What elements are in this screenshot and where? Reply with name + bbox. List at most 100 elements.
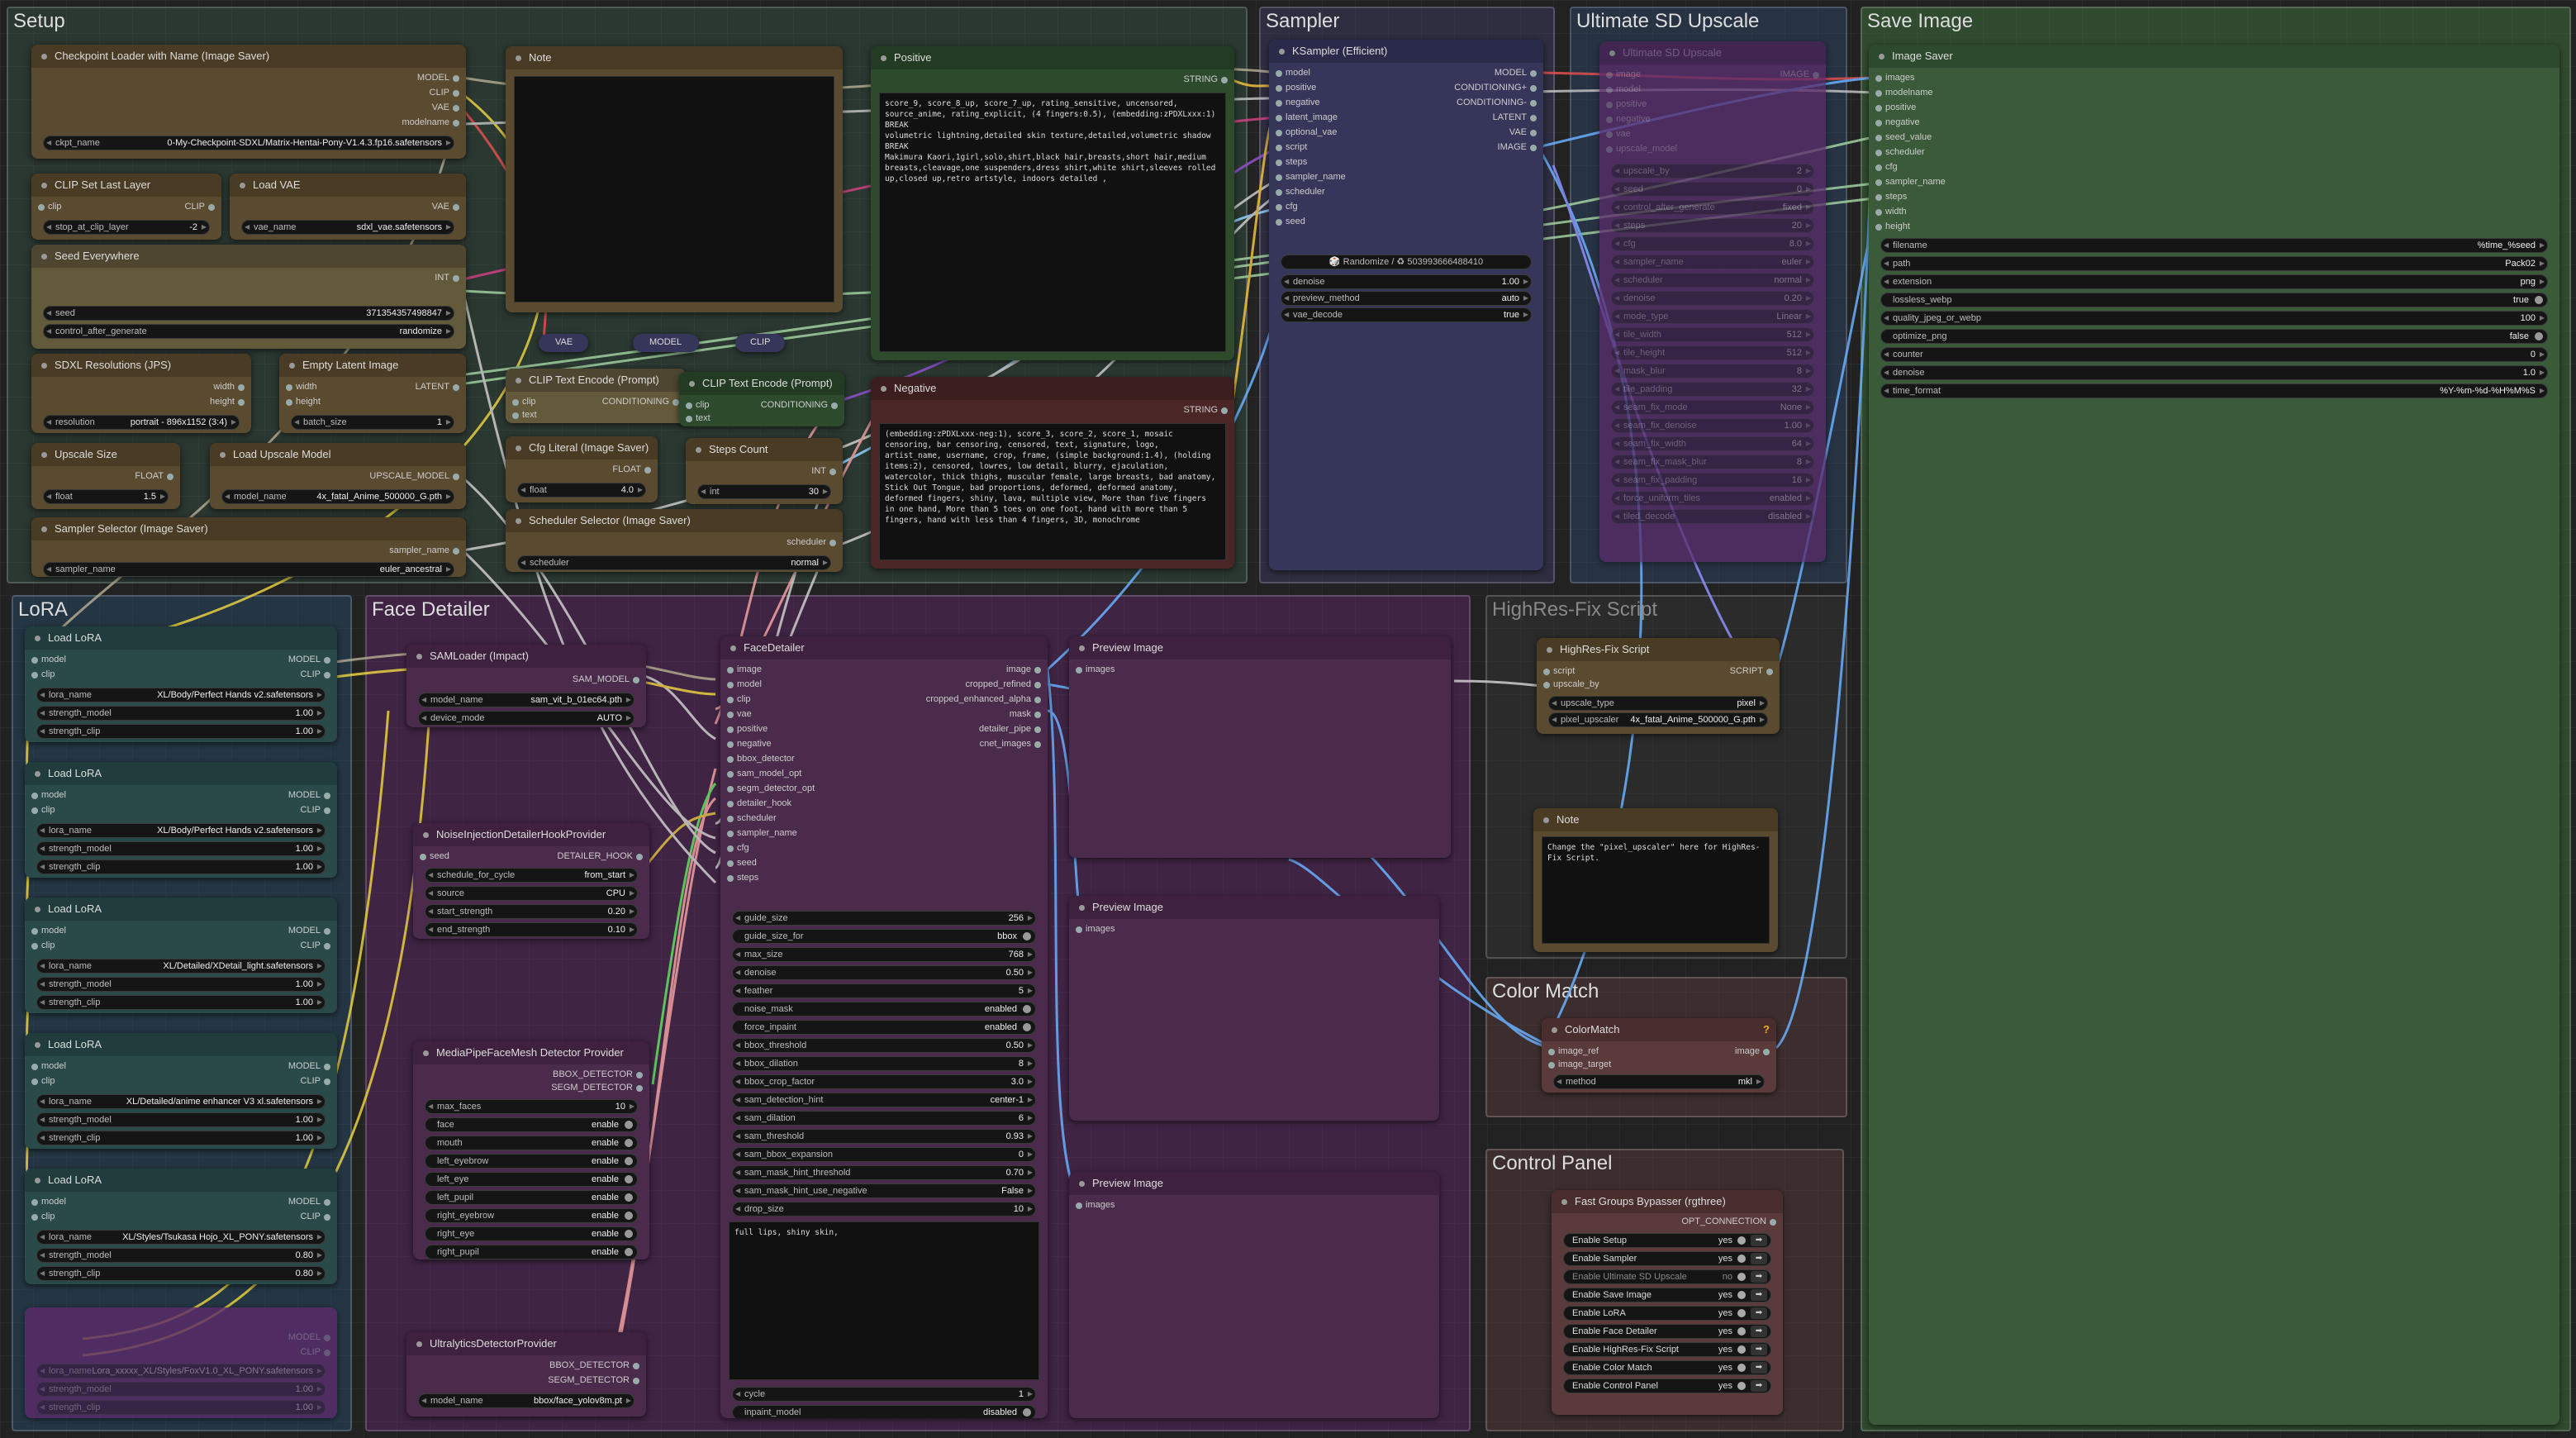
- seam-fix-padding-widget[interactable]: seam_fix_padding 16: [1611, 473, 1814, 488]
- navigate-arrow-icon[interactable]: ➡: [1751, 1271, 1767, 1283]
- cfg-widget[interactable]: cfg 8.0: [1611, 236, 1814, 251]
- filename-widget[interactable]: filename %time_%seed: [1880, 238, 2548, 253]
- input-text[interactable]: text: [686, 413, 711, 423]
- node-fast-groups-bypasser[interactable]: Fast Groups Bypasser (rgthree) OPT_CONNE…: [1552, 1190, 1783, 1415]
- input-sam-model-opt[interactable]: sam_model_opt: [726, 769, 801, 779]
- output-model[interactable]: MODEL: [288, 790, 331, 800]
- guide-size-for-widget[interactable]: guide_size_for bbox: [732, 929, 1036, 944]
- input-model[interactable]: model: [1276, 68, 1310, 78]
- seam-fix-width-widget[interactable]: seam_fix_width 64: [1611, 436, 1814, 451]
- node-preview-image-1[interactable]: Preview Image images: [1069, 636, 1451, 858]
- node-face-detailer[interactable]: FaceDetailer full lips, shiny skin, imag…: [720, 636, 1048, 1418]
- lora-name-widget[interactable]: lora_name XL/Body/Perfect Hands v2.safete…: [36, 823, 326, 838]
- bypass-row-enable-control-panel[interactable]: Enable Control Panel yes ➡: [1563, 1378, 1771, 1393]
- output-clip[interactable]: CLIP: [301, 805, 331, 815]
- navigate-arrow-icon[interactable]: ➡: [1751, 1326, 1767, 1337]
- node-canvas[interactable]: Setup Sampler Ultimate SD Upscale Save I…: [0, 0, 2576, 1438]
- output-conditioning[interactable]: CONDITIONING: [602, 397, 680, 407]
- mask-blur-widget[interactable]: mask_blur 8: [1611, 364, 1814, 379]
- output-mask[interactable]: mask: [1010, 709, 1042, 719]
- sam-threshold-widget[interactable]: sam_threshold 0.93: [732, 1129, 1036, 1144]
- vae-decode-widget[interactable]: vae_decode true: [1281, 307, 1532, 322]
- input-scheduler[interactable]: scheduler: [1875, 147, 1925, 157]
- seam-fix-denoise-widget[interactable]: seam_fix_denoise 1.00: [1611, 418, 1814, 433]
- seam-fix-mask-blur-widget[interactable]: seam_fix_mask_blur 8: [1611, 455, 1814, 469]
- upscale-by-widget[interactable]: upscale_by 2: [1611, 164, 1814, 179]
- max-size-widget[interactable]: max_size 768: [732, 947, 1036, 962]
- input-images[interactable]: images: [1075, 664, 1115, 674]
- control-after-generate-widget[interactable]: control_after_generate randomize: [43, 324, 454, 339]
- output-height[interactable]: height: [210, 397, 245, 407]
- navigate-arrow-icon[interactable]: ➡: [1751, 1344, 1767, 1355]
- bypass-row-enable-lora[interactable]: Enable LoRA yes ➡: [1563, 1306, 1771, 1321]
- input-scheduler[interactable]: scheduler: [1276, 187, 1325, 197]
- input-width[interactable]: width: [1875, 207, 1907, 217]
- guide-size-widget[interactable]: guide_size 256: [732, 911, 1036, 926]
- bypass-row-enable-face-detailer[interactable]: Enable Face Detailer yes ➡: [1563, 1324, 1771, 1339]
- reroute-model[interactable]: MODEL: [633, 334, 699, 352]
- node-load-upscale-model[interactable]: Load Upscale Model UPSCALE_MODEL model_n…: [210, 443, 466, 509]
- navigate-arrow-icon[interactable]: ➡: [1751, 1362, 1767, 1374]
- negative-prompt-text[interactable]: (embedding:zPDXLxxx-neg:1), score_3, sco…: [879, 423, 1226, 560]
- input-positive[interactable]: positive: [1605, 99, 1647, 109]
- node-empty-latent-image[interactable]: Empty Latent Image width height LATENT b…: [279, 354, 466, 433]
- input-clip[interactable]: clip: [31, 940, 55, 950]
- sam-mask-hint-use-negative-widget[interactable]: sam_mask_hint_use_negative False: [732, 1183, 1036, 1198]
- node-load-lora-4[interactable]: Load LoRA model clip MODEL CLIP lora_name XL/D…: [25, 1033, 337, 1149]
- note-text-area[interactable]: Change the "pixel_upscaler" here for Hig…: [1542, 836, 1770, 944]
- input-images[interactable]: images: [1075, 924, 1115, 934]
- output-vae[interactable]: VAE: [432, 202, 460, 212]
- output-clip[interactable]: CLIP: [301, 940, 331, 950]
- output-model[interactable]: MODEL: [417, 73, 460, 83]
- left-eye-widget[interactable]: left_eye enable: [425, 1172, 638, 1187]
- output-cropped-refined[interactable]: cropped_refined: [965, 679, 1041, 689]
- node-clip-text-encode-positive[interactable]: CLIP Text Encode (Prompt) clip text COND…: [506, 369, 686, 423]
- resolution-widget[interactable]: resolution portrait - 896x1152 (3:4): [43, 415, 240, 430]
- input-clip[interactable]: clip: [31, 1212, 55, 1221]
- output-bbox-detector[interactable]: BBOX_DETECTOR: [553, 1069, 643, 1079]
- node-sampler-selector[interactable]: Sampler Selector (Image Saver) sampler_n…: [31, 517, 466, 577]
- node-scheduler-selector[interactable]: Scheduler Selector (Image Saver) schedul…: [506, 509, 843, 572]
- strength-model-widget[interactable]: strength_model 1.00: [36, 1382, 326, 1397]
- node-sdxl-resolutions[interactable]: SDXL Resolutions (JPS) width height reso…: [31, 354, 251, 433]
- input-latent-image[interactable]: latent_image: [1276, 112, 1338, 122]
- steps-int-widget[interactable]: int 30: [697, 484, 831, 499]
- node-ultralytics-detector[interactable]: UltralyticsDetectorProvider BBOX_DETECTO…: [406, 1332, 646, 1417]
- lora-name-widget[interactable]: lora_name XL/Styles/Tsukasa Hojo_XL_PONY.…: [36, 1230, 326, 1245]
- input-upscale-by[interactable]: upscale_by: [1543, 679, 1599, 689]
- input-segm-detector-opt[interactable]: segm_detector_opt: [726, 783, 815, 793]
- input-clip[interactable]: clip: [686, 400, 710, 410]
- input-detailer-hook[interactable]: detailer_hook: [726, 798, 791, 808]
- output-modelname[interactable]: modelname: [402, 117, 460, 127]
- node-preview-image-2[interactable]: Preview Image images: [1069, 896, 1439, 1121]
- right-eyebrow-widget[interactable]: right_eyebrow enable: [425, 1208, 638, 1223]
- scheduler-widget[interactable]: scheduler normal: [1611, 273, 1814, 288]
- quality-jpeg-or-webp-widget[interactable]: quality_jpeg_or_webp 100: [1880, 311, 2548, 326]
- bbox-threshold-widget[interactable]: bbox_threshold 0.50: [732, 1038, 1036, 1053]
- schedule-for-cycle-widget[interactable]: schedule_for_cycle from_start: [425, 868, 638, 883]
- sampler-name-widget[interactable]: sampler_name euler_ancestral: [43, 562, 454, 577]
- output-detailer-hook[interactable]: DETAILER_HOOK: [558, 851, 643, 861]
- output-clip[interactable]: CLIP: [301, 1212, 331, 1221]
- output-latent[interactable]: LATENT: [416, 382, 460, 392]
- feather-widget[interactable]: feather 5: [732, 983, 1036, 998]
- seed-widget[interactable]: seed 0: [1611, 182, 1814, 197]
- toggle-icon[interactable]: [1737, 1255, 1746, 1263]
- input-clip[interactable]: clip: [31, 1076, 55, 1086]
- input-text[interactable]: text: [512, 410, 537, 420]
- node-cfg-literal[interactable]: Cfg Literal (Image Saver) FLOAT float 4.0: [506, 436, 658, 502]
- output-segm-detector[interactable]: SEGM_DETECTOR: [551, 1083, 643, 1093]
- output-string[interactable]: STRING: [1183, 74, 1228, 84]
- output-model[interactable]: MODEL: [288, 926, 331, 936]
- input-cfg[interactable]: cfg: [1276, 202, 1298, 212]
- input-negative[interactable]: negative: [1606, 114, 1651, 124]
- output-conditioning[interactable]: CONDITIONING: [761, 400, 839, 410]
- output-vae[interactable]: VAE: [1509, 127, 1538, 137]
- path-widget[interactable]: path Pack02: [1880, 256, 2548, 271]
- bypass-row-enable-sampler[interactable]: Enable Sampler yes ➡: [1563, 1251, 1771, 1266]
- sam-bbox-expansion-widget[interactable]: sam_bbox_expansion 0: [732, 1147, 1036, 1162]
- output-width[interactable]: width: [213, 382, 245, 392]
- bypass-row-enable-setup[interactable]: Enable Setup yes ➡: [1563, 1233, 1771, 1248]
- node-load-lora-1[interactable]: Load LoRA model clip MODEL CLIP lora_name XL/B…: [25, 626, 337, 742]
- sampler-name-widget[interactable]: sampler_name euler: [1611, 255, 1814, 269]
